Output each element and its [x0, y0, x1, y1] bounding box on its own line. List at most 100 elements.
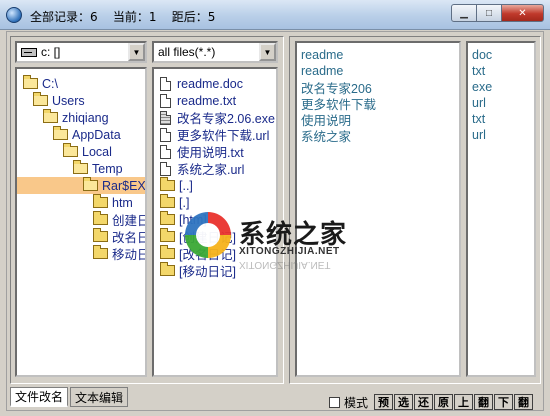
extension-item[interactable]: url [472, 95, 534, 111]
folder-icon [93, 211, 108, 225]
mode-checkbox[interactable] [329, 396, 340, 408]
tree-item-label: htm [112, 195, 133, 210]
folder-icon [160, 211, 175, 225]
chevron-down-icon[interactable]: ▼ [128, 43, 145, 61]
directory-tree[interactable]: C:\ Users zhiqiang AppData Local Temp Rar$EX00… [15, 67, 147, 377]
minimize-icon: ▁ [460, 7, 468, 19]
app-globe-icon [6, 7, 22, 23]
file-item-label: readme.txt [177, 93, 237, 108]
page-down-button-1[interactable]: 下 [494, 394, 514, 410]
tab-file-rename[interactable]: 文件改名 [10, 387, 69, 407]
file-item-label: 系统之家.url [177, 163, 245, 177]
tree-item-label: Users [52, 93, 85, 108]
extension-item[interactable]: txt [472, 111, 534, 127]
maximize-icon: □ [485, 7, 493, 19]
tree-item[interactable]: 改名日记 [17, 228, 145, 245]
tree-item[interactable]: Rar$EX00.6 [17, 177, 145, 194]
file-icon [160, 161, 171, 176]
file-item-label: [..] [179, 178, 193, 193]
tree-item[interactable]: 创建日记 [17, 211, 145, 228]
title-bar: 全部记录：6 当前：1 距后：5 ▁ □ ✕ [0, 0, 550, 30]
name-item[interactable]: readme [301, 47, 459, 63]
site-watermark: 系统之家 XITONGZHIJIA.NET XITONGZHIJIA.NET [185, 212, 385, 282]
tab-strip: 文件改名 文本编辑 [10, 387, 130, 407]
select-button[interactable]: 选 [394, 394, 414, 410]
file-item[interactable]: [.] [154, 194, 276, 211]
restore-button-2[interactable]: 原 [434, 394, 454, 410]
page-up-button-1[interactable]: 上 [454, 394, 474, 410]
filter-select[interactable]: all files(*.*) ▼ [152, 41, 278, 63]
file-icon [160, 76, 171, 91]
page-down-button-2[interactable]: 翻 [514, 394, 534, 410]
file-item-label: readme.doc [177, 76, 244, 91]
folder-open-icon [43, 109, 58, 123]
file-icon [160, 127, 171, 142]
main-window: c: [] ▼ all files(*.*) ▼ C:\ Users zhiqian… [6, 31, 544, 411]
drive-value: c: [] [41, 45, 61, 59]
file-item-label: [.] [179, 195, 190, 210]
close-button[interactable]: ✕ [501, 4, 544, 22]
tree-item-label: zhiqiang [62, 110, 109, 125]
page-up-button-2[interactable]: 翻 [474, 394, 494, 410]
folder-open-icon [33, 92, 48, 106]
record-status: 全部记录：6 当前：1 距后：5 [30, 10, 216, 24]
file-item[interactable]: 使用说明.txt [154, 143, 276, 160]
tab-text-edit[interactable]: 文本编辑 [70, 387, 129, 407]
bottom-toolbar: 模式 预 选 还 原 上 翻 下 翻 [329, 394, 534, 410]
tree-item-label: 移动日记 [112, 248, 145, 262]
tree-item[interactable]: 移动日记 [17, 245, 145, 262]
file-icon [160, 93, 171, 108]
name-list[interactable]: readme readme 改名专家206 更多软件下载 使用说明 系统之家 [295, 41, 461, 377]
chevron-down-icon[interactable]: ▼ [259, 43, 276, 61]
watermark-url: XITONGZHIJIA.NET [239, 246, 340, 257]
file-item[interactable]: 改名专家2.06.exe [154, 109, 276, 126]
name-item[interactable]: 系统之家 [301, 127, 459, 144]
extension-item[interactable]: doc [472, 47, 534, 63]
folder-open-icon [73, 160, 88, 174]
tree-item[interactable]: C:\ [17, 75, 145, 92]
drive-icon [21, 47, 37, 57]
tree-item-label: Local [82, 144, 112, 159]
tree-item-label: C:\ [42, 76, 58, 91]
file-icon [160, 144, 171, 159]
file-item[interactable]: readme.txt [154, 92, 276, 109]
tree-item[interactable]: Local [17, 143, 145, 160]
folder-icon [160, 228, 175, 242]
file-item[interactable]: readme.doc [154, 75, 276, 92]
folder-icon [160, 177, 175, 191]
preview-button[interactable]: 预 [374, 394, 394, 410]
folder-open-icon [63, 143, 78, 157]
filter-value: all files(*.*) [158, 45, 216, 59]
extension-item[interactable]: exe [472, 79, 534, 95]
folder-icon [93, 245, 108, 259]
tree-item[interactable]: htm [17, 194, 145, 211]
tree-item-label: AppData [72, 127, 121, 142]
folder-open-icon [83, 177, 98, 191]
tree-item[interactable]: AppData [17, 126, 145, 143]
folder-icon [160, 245, 175, 259]
tree-item[interactable]: zhiqiang [17, 109, 145, 126]
watermark-reflection: XITONGZHIJIA.NET [239, 259, 331, 270]
tree-item-label: Temp [92, 161, 123, 176]
tree-item[interactable]: Users [17, 92, 145, 109]
file-item[interactable]: [..] [154, 177, 276, 194]
minimize-button[interactable]: ▁ [451, 4, 477, 22]
restore-button-1[interactable]: 还 [414, 394, 434, 410]
extension-list[interactable]: doc txt exe url txt url [466, 41, 536, 377]
folder-open-icon [53, 126, 68, 140]
extension-item[interactable]: url [472, 127, 534, 143]
extension-item[interactable]: txt [472, 63, 534, 79]
mode-label: 模式 [344, 395, 369, 410]
tree-item[interactable]: Temp [17, 160, 145, 177]
folder-icon [160, 262, 175, 276]
watermark-logo-icon [185, 212, 231, 258]
maximize-button[interactable]: □ [476, 4, 502, 22]
close-icon: ✕ [518, 7, 527, 19]
folder-icon [160, 194, 175, 208]
file-item[interactable]: 更多软件下载.url [154, 126, 276, 143]
drive-select[interactable]: c: [] ▼ [15, 41, 147, 63]
window-controls: ▁ □ ✕ [451, 4, 544, 22]
folder-icon [93, 228, 108, 242]
file-item[interactable]: 系统之家.url [154, 160, 276, 177]
folder-open-icon [23, 75, 38, 89]
